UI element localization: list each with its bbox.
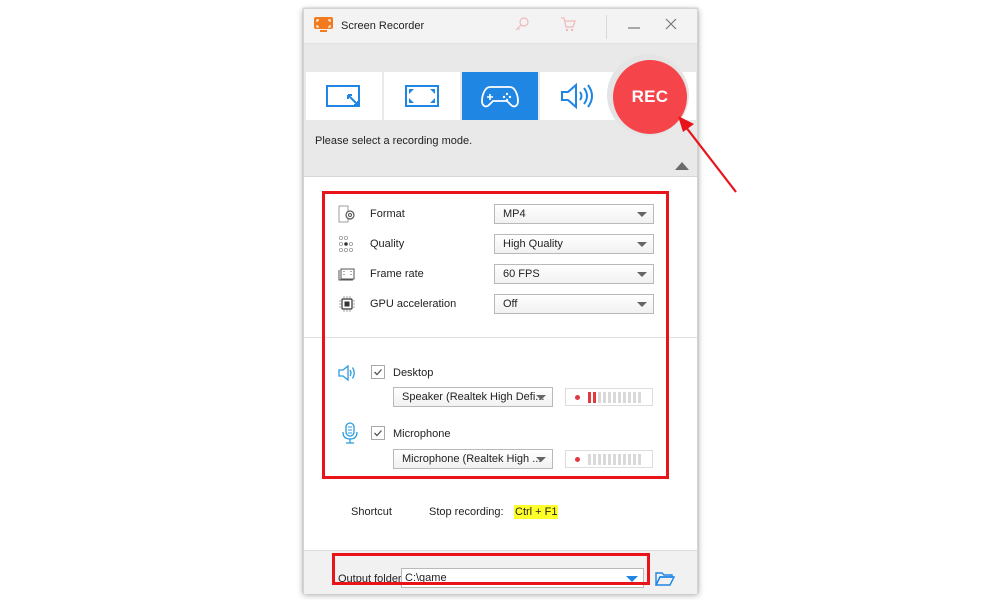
format-gear-icon xyxy=(338,205,355,223)
fullscreen-icon xyxy=(405,85,439,107)
mode-hint-text: Please select a recording mode. xyxy=(315,135,473,147)
output-footer: Output folder: C:\game xyxy=(304,550,697,594)
cart-icon[interactable] xyxy=(560,16,576,32)
quality-value: High Quality xyxy=(503,238,563,250)
checkmark-icon xyxy=(374,369,382,376)
level-bar xyxy=(633,454,636,465)
output-folder-dropdown-icon[interactable] xyxy=(626,576,638,582)
level-bar xyxy=(613,392,616,403)
desktop-audio-label: Desktop xyxy=(393,367,434,379)
key-icon[interactable] xyxy=(514,16,530,32)
quality-dots-icon xyxy=(338,235,353,252)
level-bar xyxy=(618,454,621,465)
mode-fullscreen-button[interactable] xyxy=(384,72,460,120)
desktop-audio-checkbox[interactable] xyxy=(371,365,385,379)
microphone-level-bars xyxy=(588,454,641,465)
level-bar xyxy=(588,454,591,465)
title-bar: Screen Recorder xyxy=(304,9,697,44)
mode-audio-button[interactable] xyxy=(540,72,616,120)
gpu-value: Off xyxy=(503,298,518,310)
shortcut-label: Shortcut xyxy=(351,506,392,518)
gamepad-icon xyxy=(481,86,519,108)
window-title: Screen Recorder xyxy=(341,20,425,32)
format-value: MP4 xyxy=(503,208,526,220)
microphone-icon xyxy=(342,422,358,444)
stop-recording-label: Stop recording: xyxy=(429,506,504,518)
level-bar xyxy=(608,392,611,403)
level-indicator-dot xyxy=(575,395,580,400)
level-bar xyxy=(603,454,606,465)
setting-row-gpu: GPU acceleration Off xyxy=(334,294,674,314)
chevron-down-icon xyxy=(637,302,647,307)
frame-rate-select[interactable]: 60 FPS xyxy=(494,264,654,284)
level-bar xyxy=(618,392,621,403)
region-select-icon xyxy=(326,85,360,107)
output-folder-label: Output folder: xyxy=(338,573,405,585)
gpu-chip-icon xyxy=(339,296,355,312)
microphone-label: Microphone xyxy=(393,428,451,440)
output-folder-value: C:\game xyxy=(405,572,447,584)
level-bar xyxy=(638,392,641,403)
frame-rate-value: 60 FPS xyxy=(503,268,540,280)
format-select[interactable]: MP4 xyxy=(494,204,654,224)
microphone-level-meter xyxy=(565,450,653,468)
desktop-audio-speaker-icon xyxy=(338,364,355,382)
level-bar xyxy=(593,392,596,403)
folder-open-icon[interactable] xyxy=(655,571,675,587)
quality-label: Quality xyxy=(370,238,405,250)
setting-row-frame-rate: Frame rate 60 FPS xyxy=(334,264,674,284)
speaker-icon xyxy=(561,82,593,110)
chevron-down-icon xyxy=(536,395,546,400)
setting-row-format: Format MP4 xyxy=(334,204,674,224)
level-bar xyxy=(623,454,626,465)
mode-game-button[interactable] xyxy=(462,72,538,120)
level-indicator-dot xyxy=(575,457,580,462)
setting-row-quality: Quality High Quality xyxy=(334,234,674,254)
level-bar xyxy=(598,454,601,465)
format-label: Format xyxy=(370,208,405,220)
rec-button[interactable]: REC xyxy=(613,60,687,134)
level-bar xyxy=(593,454,596,465)
microphone-device-value: Microphone (Realtek High ... xyxy=(402,453,542,465)
quality-select[interactable]: High Quality xyxy=(494,234,654,254)
level-bar xyxy=(613,454,616,465)
chevron-down-icon xyxy=(637,242,647,247)
level-bar xyxy=(608,454,611,465)
level-bar xyxy=(638,454,641,465)
gpu-label: GPU acceleration xyxy=(370,298,457,310)
chevron-down-icon xyxy=(637,212,647,217)
output-folder-input[interactable]: C:\game xyxy=(401,568,644,588)
recording-mode-panel: REC Please select a recording mode. xyxy=(304,44,697,177)
checkmark-icon xyxy=(374,430,382,437)
titlebar-separator xyxy=(606,15,607,39)
level-bar xyxy=(598,392,601,403)
level-bar xyxy=(588,392,591,403)
desktop-device-value: Speaker (Realtek High Defi... xyxy=(402,391,545,403)
level-bar xyxy=(603,392,606,403)
screen-recorder-logo-icon xyxy=(314,17,333,32)
minimize-button[interactable] xyxy=(626,18,642,34)
close-button[interactable] xyxy=(663,16,679,32)
level-bar xyxy=(633,392,636,403)
stop-recording-hotkey: Ctrl + F1 xyxy=(514,505,559,519)
triangle-up-icon[interactable] xyxy=(675,162,689,170)
microphone-device-select[interactable]: Microphone (Realtek High ... xyxy=(393,449,553,469)
section-divider xyxy=(304,337,697,338)
desktop-level-bars xyxy=(588,392,641,403)
level-bar xyxy=(628,454,631,465)
chevron-down-icon xyxy=(637,272,647,277)
frame-rate-label: Frame rate xyxy=(370,268,424,280)
level-bar xyxy=(628,392,631,403)
gpu-select[interactable]: Off xyxy=(494,294,654,314)
desktop-device-select[interactable]: Speaker (Realtek High Defi... xyxy=(393,387,553,407)
mode-region-button[interactable] xyxy=(306,72,382,120)
frame-rate-icon xyxy=(338,268,355,281)
microphone-checkbox[interactable] xyxy=(371,426,385,440)
screen-recorder-window: Screen Recorder REC Please select a reco… xyxy=(303,8,698,594)
level-bar xyxy=(623,392,626,403)
desktop-level-meter xyxy=(565,388,653,406)
chevron-down-icon xyxy=(536,457,546,462)
